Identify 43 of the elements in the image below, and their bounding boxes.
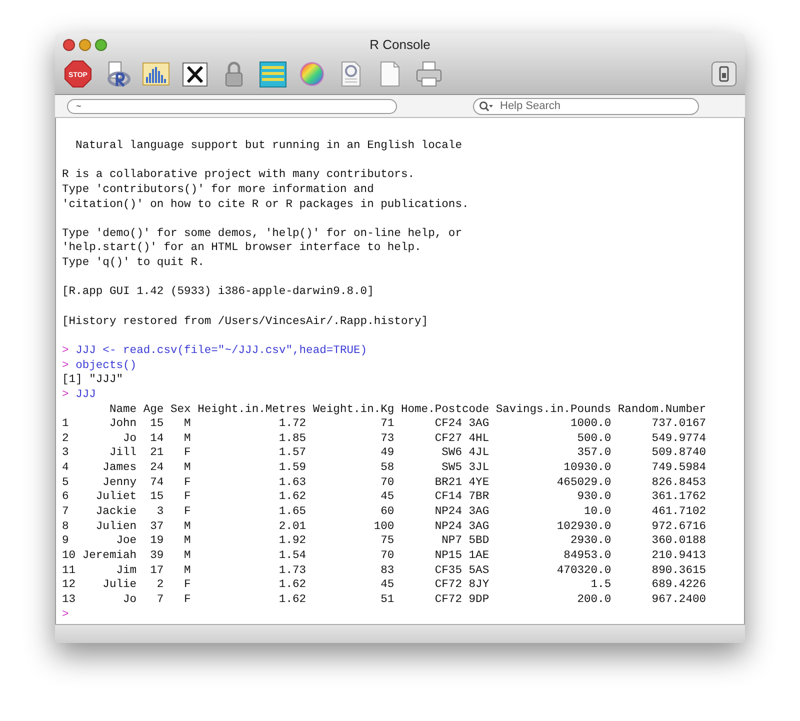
x-window-icon[interactable]: [181, 60, 209, 88]
help-search-field[interactable]: Help Search: [473, 98, 699, 114]
prompt-symbol: >: [62, 388, 69, 401]
minimize-icon[interactable]: [79, 39, 91, 51]
printer-icon[interactable]: [415, 60, 443, 88]
toolbar-toggle-icon[interactable]: [711, 61, 737, 87]
console-line: [1] "JJJ": [62, 374, 124, 386]
console-line: 10 Jeremiah 39 M 1.54 70 NP15 1AE 84953.0 210.9413: [62, 550, 706, 562]
console-line: 7 Jackie 3 F 1.65 60 NP24 3AG 10.0 461.7102: [62, 506, 706, 518]
data-editor-icon[interactable]: [259, 60, 287, 88]
console-line: R is a collaborative project with many contributors.: [62, 169, 415, 182]
console-line: 3 Jill 21 F 1.57 49 SW6 4JL 357.0 509.8740: [62, 447, 706, 460]
command-line: JJJ: [76, 388, 96, 401]
command-line: JJJ <- read.csv(file="~/JJJ.csv",head=TRUE): [76, 344, 368, 357]
console-line: 'citation()' on how to cite R or R packages in publications.: [62, 198, 469, 211]
console-line: 4 James 24 M 1.59 58 SW5 3JL 10930.0 749.5984: [62, 462, 706, 474]
command-line: objects(): [76, 360, 137, 372]
console-line: 11 Jim 17 M 1.73 83 CF35 5AS 470320.0 890.3615: [62, 564, 706, 577]
console-line: 5 Jenny 74 F 1.63 70 BR21 4YE 465029.0 826.8453: [62, 476, 706, 489]
prompt-symbol: >: [62, 608, 69, 620]
color-wheel-icon[interactable]: [298, 60, 326, 88]
console-line: Type 'demo()' for some demos, 'help()' for on-line help, or: [62, 228, 462, 240]
console-line: 8 Julien 37 M 2.01 100 NP24 3AG 102930.0 972.6716: [62, 520, 706, 533]
console-line: 12 Julie 2 F 1.62 45 CF72 8JY 1.5 689.4226: [62, 579, 706, 592]
console-line: 1 John 15 M 1.72 71 CF24 3AG 1000.0 737.0167: [62, 418, 706, 430]
console-line: [R.app GUI 1.42 (5933) i386-apple-darwin9.8.0]: [62, 286, 374, 298]
prompt-symbol: >: [62, 360, 69, 372]
close-icon[interactable]: [63, 39, 75, 51]
console-line: Name Age Sex Height.in.Metres Weight.in.Kg Home.Postcode Savings.in.Pounds Random.Number: [108, 404, 706, 416]
console-line: 13 Jo 7 F 1.62 51 CF72 9DP 200.0 967.2400: [62, 594, 706, 606]
console-line: 2 Jo 14 M 1.85 73 CF27 4HL 500.0 549.9774: [62, 432, 706, 445]
console-line: Type 'contributors()' for more information and: [62, 184, 374, 196]
console-line: [History restored from /Users/VincesAir/.Rapp.history]: [62, 316, 428, 328]
console-line: 9 Joe 19 M 1.92 75 NP7 5BD 2930.0 360.0188: [62, 535, 706, 548]
console-line: 6 Juliet 15 F 1.62 45 CF14 7BR 930.0 361.1762: [62, 491, 706, 504]
prompt-symbol: >: [62, 344, 69, 357]
bar-chart-icon[interactable]: [142, 60, 170, 88]
console-line: Type 'q()' to quit R.: [62, 257, 204, 270]
zoom-icon[interactable]: [95, 39, 107, 51]
console-line: Natural language support but running in an English locale: [74, 140, 462, 152]
path-field[interactable]: ~: [67, 98, 397, 114]
window-title: R Console: [370, 37, 430, 52]
console-line: 'help.start()' for an HTML browser interface to help.: [62, 242, 422, 254]
